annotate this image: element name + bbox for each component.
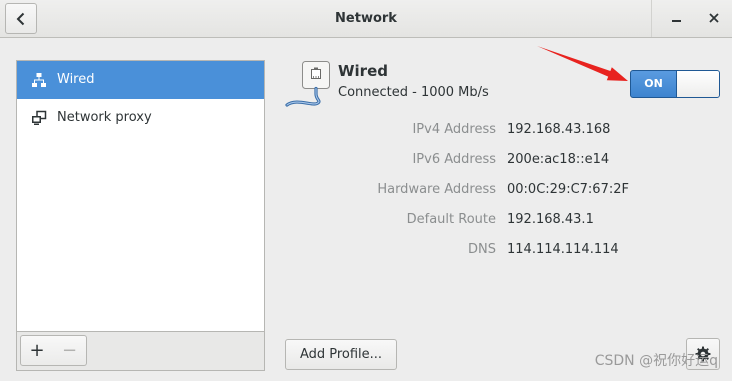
hardware-address-value: 00:0C:29:C7:67:2F (507, 182, 629, 197)
gear-icon (695, 346, 711, 362)
window-title: Network (335, 11, 397, 26)
detail-row: IPv4 Address 192.168.43.168 (285, 121, 629, 151)
sidebar-item-wired[interactable]: Wired (17, 61, 264, 99)
red-arrow-annotation (537, 46, 628, 81)
back-button[interactable] (5, 3, 37, 34)
detail-row: DNS 114.114.114.114 (285, 241, 629, 271)
connection-status: Connected - 1000 Mb/s (338, 85, 489, 100)
sidebar-item-label: Wired (57, 72, 95, 87)
connection-name: Wired (338, 62, 388, 80)
sidebar-item-network-proxy[interactable]: Network proxy (17, 99, 264, 137)
dns-label: DNS (468, 242, 496, 257)
remove-connection-button[interactable]: − (53, 335, 87, 366)
switch-label: ON (644, 77, 663, 90)
switch-knob[interactable] (676, 71, 719, 97)
wired-network-icon (31, 72, 47, 88)
network-proxy-icon (31, 110, 47, 126)
connection-toggle-switch[interactable]: ON (630, 70, 720, 98)
chevron-left-icon (16, 12, 25, 25)
detail-row: Hardware Address 00:0C:29:C7:67:2F (285, 181, 629, 211)
sidebar-item-label: Network proxy (57, 110, 152, 125)
ipv6-address-value: 200e:ac18::e14 (507, 152, 610, 167)
minimize-button[interactable] (662, 4, 690, 33)
add-profile-button[interactable]: Add Profile... (285, 339, 397, 370)
titlebar: Network (0, 0, 732, 38)
ipv4-address-label: IPv4 Address (412, 122, 496, 137)
connection-settings-button[interactable] (686, 338, 720, 370)
detail-row: Default Route 192.168.43.1 (285, 211, 629, 241)
ipv4-address-value: 192.168.43.168 (507, 122, 611, 137)
close-button[interactable] (700, 4, 728, 33)
titlebar-separator (651, 0, 652, 37)
hardware-address-label: Hardware Address (377, 182, 496, 197)
ipv6-address-label: IPv6 Address (412, 152, 496, 167)
dns-value: 114.114.114.114 (507, 242, 619, 257)
default-route-value: 192.168.43.1 (507, 212, 594, 227)
close-icon (709, 13, 719, 23)
sidebar-list: Wired Network proxy (16, 60, 265, 332)
add-connection-button[interactable]: + (20, 335, 54, 366)
sidebar-toolbar: + − (16, 331, 265, 371)
ethernet-cable-icon (285, 61, 330, 107)
detail-row: IPv6 Address 200e:ac18::e14 (285, 151, 629, 181)
connection-details: IPv4 Address 192.168.43.168 IPv6 Address… (285, 121, 629, 271)
minimize-icon (672, 20, 681, 22)
default-route-label: Default Route (406, 212, 496, 227)
